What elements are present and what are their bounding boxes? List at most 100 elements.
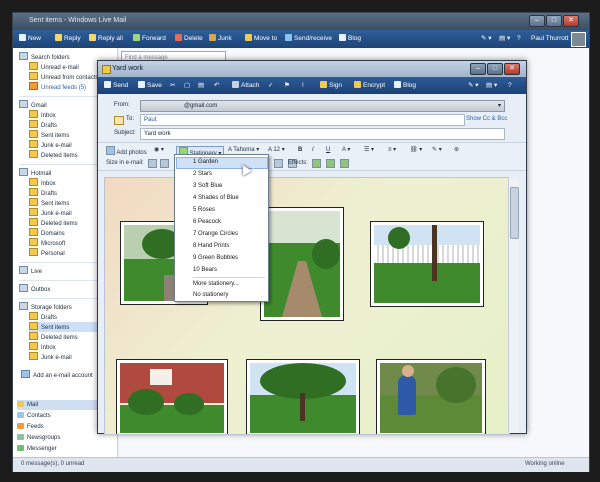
effect-1-button[interactable]: [312, 159, 321, 168]
user-name[interactable]: Paul Thurrott: [531, 34, 568, 44]
list-button[interactable]: ☰ ▾: [364, 146, 374, 155]
hotmail-deleted[interactable]: Deleted items: [29, 218, 78, 228]
junk-button[interactable]: Junk: [209, 34, 232, 44]
folder-unread-contacts[interactable]: Unread from contacts: [29, 72, 98, 82]
spell-check-button[interactable]: ⊛: [454, 146, 459, 155]
forward-button[interactable]: Forward: [133, 34, 166, 44]
no-stationery-item[interactable]: No stationery: [193, 290, 228, 300]
blog-button[interactable]: Blog: [339, 34, 361, 44]
hotmail-inbox[interactable]: Inbox: [29, 178, 56, 188]
hyperlink-button[interactable]: ⛓ ▾: [410, 146, 422, 155]
encrypt-button[interactable]: Encrypt: [354, 81, 385, 91]
paint-button[interactable]: ✎ ▾: [432, 146, 442, 155]
account-hotmail[interactable]: Hotmail: [19, 168, 51, 178]
delete-button[interactable]: Delete: [175, 34, 203, 44]
storage-deleted[interactable]: Deleted items: [29, 332, 78, 342]
hotmail-sent-items[interactable]: Sent items: [29, 198, 69, 208]
compose-blog-button[interactable]: Blog: [394, 81, 416, 91]
hotmail-personal[interactable]: Personal: [29, 248, 65, 258]
stationery-shades-of-blue[interactable]: 4 Shades of Blue: [193, 193, 239, 203]
paste-button[interactable]: ▤: [198, 81, 204, 91]
photo-garden-path[interactable]: [261, 208, 343, 320]
gmail-drafts[interactable]: Drafts: [29, 120, 57, 130]
search-folders-header[interactable]: Search folders: [19, 52, 70, 62]
stationery-orange-circles[interactable]: 7 Orange Circles: [193, 229, 238, 239]
add-photos-button[interactable]: Add photos: [106, 146, 147, 156]
reply-button[interactable]: Reply: [55, 34, 81, 44]
italic-button[interactable]: I: [312, 146, 314, 155]
font-color-button[interactable]: A ▾: [342, 146, 350, 155]
add-email-account-link[interactable]: Add an e-mail account: [21, 370, 93, 380]
from-select[interactable]: @gmail.com ▾: [140, 100, 505, 112]
size-small-button[interactable]: [148, 159, 157, 168]
size-medium-button[interactable]: [160, 159, 169, 168]
copy-button[interactable]: ▢: [184, 81, 190, 91]
photo-house-front[interactable]: [117, 360, 227, 434]
gmail-junk[interactable]: Junk e-mail: [29, 140, 72, 150]
priority-button[interactable]: !: [302, 81, 304, 91]
maximize-button[interactable]: □: [546, 15, 562, 27]
spelling-button[interactable]: ⚑: [284, 81, 290, 91]
show-cc-bcc-link[interactable]: Show Cc & Bcc: [466, 116, 507, 122]
compose-maximize-button[interactable]: □: [487, 63, 503, 75]
move-to-button[interactable]: Move to: [245, 34, 277, 44]
subject-field[interactable]: Yard work: [140, 128, 505, 140]
compose-layout-menu[interactable]: ▤ ▾: [486, 81, 497, 91]
scrollbar-thumb[interactable]: [510, 187, 519, 239]
pen-menu-button[interactable]: ✎ ▾: [481, 34, 492, 44]
stationery-roses[interactable]: 5 Roses: [193, 205, 215, 215]
photo-tree-yard[interactable]: [247, 360, 359, 434]
minimize-button[interactable]: –: [529, 15, 545, 27]
layout-menu-button[interactable]: ▤ ▾: [499, 34, 510, 44]
effect-3-button[interactable]: [340, 159, 349, 168]
stationery-hand-prints[interactable]: 8 Hand Prints: [193, 241, 229, 251]
account-gmail[interactable]: Gmail: [19, 100, 47, 110]
insert-emoticon-button[interactable]: ◉ ▾: [154, 146, 164, 155]
sign-button[interactable]: Sign: [320, 81, 342, 91]
storage-junk[interactable]: Junk e-mail: [29, 352, 72, 362]
folder-outbox[interactable]: Outbox: [19, 284, 50, 294]
folder-unread-email[interactable]: Unread e-mail: [29, 62, 79, 72]
stationery-garden[interactable]: 1 Garden: [193, 157, 218, 167]
reply-all-button[interactable]: Reply all: [89, 34, 123, 44]
compose-help-button[interactable]: ?: [508, 81, 512, 91]
stationery-green-bubbles[interactable]: 9 Green Bubbles: [193, 253, 238, 263]
address-book-icon[interactable]: [114, 116, 124, 125]
to-field[interactable]: Paul;: [140, 114, 465, 126]
hotmail-domains[interactable]: Domains: [29, 228, 65, 238]
compose-close-button[interactable]: ✕: [504, 63, 520, 75]
hotmail-junk[interactable]: Junk e-mail: [29, 208, 72, 218]
nav-messenger[interactable]: Messenger: [17, 444, 115, 454]
send-button[interactable]: Send: [104, 81, 128, 91]
close-button[interactable]: ✕: [563, 15, 579, 27]
bold-button[interactable]: B: [298, 146, 302, 155]
font-size-select[interactable]: A 12 ▾: [268, 146, 285, 155]
effect-2-button[interactable]: [326, 159, 335, 168]
undo-button[interactable]: ↶: [214, 81, 219, 91]
check-names-button[interactable]: ✓: [268, 81, 273, 91]
stationery-peacock[interactable]: 6 Peacock: [193, 217, 221, 227]
underline-button[interactable]: U: [326, 146, 330, 155]
storage-inbox[interactable]: Inbox: [29, 342, 56, 352]
align-button[interactable]: ≡ ▾: [388, 146, 396, 155]
hotmail-microsoft[interactable]: Microsoft: [29, 238, 65, 248]
storage-sent-items[interactable]: Sent items: [29, 322, 99, 332]
avatar[interactable]: [571, 32, 586, 47]
cut-button[interactable]: ✂: [170, 81, 175, 91]
compose-pen-menu[interactable]: ✎ ▾: [468, 81, 479, 91]
photo-backyard[interactable]: [371, 222, 483, 306]
new-button[interactable]: New: [19, 34, 41, 44]
compose-minimize-button[interactable]: –: [470, 63, 486, 75]
gmail-sent-items[interactable]: Sent items: [29, 130, 69, 140]
stationery-bears[interactable]: 10 Bears: [193, 265, 217, 275]
gmail-inbox[interactable]: Inbox: [29, 110, 56, 120]
photo-person-gardening[interactable]: [377, 360, 485, 434]
storage-folders-header[interactable]: Storage folders: [19, 302, 72, 312]
account-live[interactable]: Live: [19, 266, 42, 276]
nav-newsgroups[interactable]: Newsgroups: [17, 433, 115, 443]
stationery-stars[interactable]: 2 Stars: [193, 169, 212, 179]
gmail-deleted[interactable]: Deleted items: [29, 150, 78, 160]
storage-drafts[interactable]: Drafts: [29, 312, 57, 322]
help-button[interactable]: ?: [517, 34, 521, 44]
vertical-scrollbar[interactable]: [508, 177, 519, 433]
